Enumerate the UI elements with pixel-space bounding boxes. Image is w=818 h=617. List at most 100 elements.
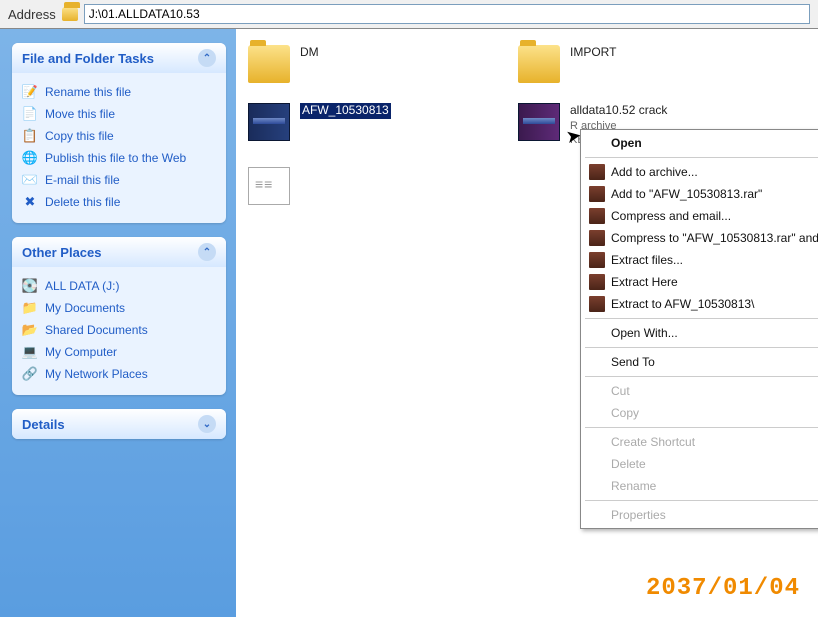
task-label: ALL DATA (J:) (45, 279, 119, 293)
context-menu-item[interactable]: Extract Here (583, 271, 818, 293)
file-item[interactable]: DM (248, 45, 478, 83)
context-menu-item[interactable]: Send To▶ (583, 351, 818, 373)
menu-item-label: Extract files... (611, 253, 683, 267)
task-link[interactable]: 📋Copy this file (22, 125, 216, 147)
menu-item-label: Properties (611, 508, 666, 522)
panel-header[interactable]: Other Places ⌃ (12, 237, 226, 267)
task-icon: 🌐 (22, 150, 38, 166)
archive-icon (589, 164, 605, 180)
file-item[interactable] (248, 167, 478, 205)
panel-title: File and Folder Tasks (22, 51, 154, 66)
task-icon: ✉️ (22, 172, 38, 188)
menu-separator (585, 157, 818, 158)
blank-icon (589, 456, 605, 472)
context-menu-item: Create Shortcut (583, 431, 818, 453)
file-labels: AFW_10530813 (300, 103, 391, 119)
menu-item-label: Compress and email... (611, 209, 731, 223)
archive-icon (589, 208, 605, 224)
context-menu-item[interactable]: Extract to AFW_10530813\ (583, 293, 818, 315)
task-link[interactable]: ✖Delete this file (22, 191, 216, 213)
task-icon: 💻 (22, 344, 38, 360)
task-label: My Network Places (45, 367, 148, 381)
sidebar: File and Folder Tasks ⌃ 📝 Rename this file 📄… (0, 29, 236, 617)
folder-icon (248, 45, 290, 83)
menu-separator (585, 318, 818, 319)
archive-icon (589, 274, 605, 290)
task-icon: 📂 (22, 322, 38, 338)
archive-icon (589, 186, 605, 202)
task-icon: 📋 (22, 128, 38, 144)
address-input[interactable] (84, 4, 810, 24)
task-link[interactable]: 📂 Shared Documents (22, 319, 216, 341)
context-menu-item: Rename (583, 475, 818, 497)
task-label: My Computer (45, 345, 117, 359)
context-menu-item[interactable]: Add to "AFW_10530813.rar" (583, 183, 818, 205)
blank-icon (589, 135, 605, 151)
file-item[interactable]: AFW_10530813 (248, 103, 478, 147)
task-icon: 📝 (22, 84, 38, 100)
task-icon: ✖ (22, 194, 38, 210)
chevron-down-icon[interactable]: ⌄ (198, 415, 216, 433)
context-menu-item[interactable]: Extract files... (583, 249, 818, 271)
panel-header[interactable]: File and Folder Tasks ⌃ (12, 43, 226, 73)
main-area: File and Folder Tasks ⌃ 📝 Rename this file 📄… (0, 29, 818, 617)
task-icon: 💽 (22, 278, 38, 294)
menu-separator (585, 376, 818, 377)
task-link[interactable]: 🔗 My Network Places (22, 363, 216, 385)
archive-icon (518, 103, 560, 141)
text-file-icon (248, 167, 290, 205)
file-labels: IMPORT (570, 45, 616, 61)
task-icon: 🔗 (22, 366, 38, 382)
file-pane[interactable]: DMIMPORTAFW_10530813alldata10.52 crackR … (236, 29, 818, 617)
task-icon: 📁 (22, 300, 38, 316)
archive-icon (589, 230, 605, 246)
context-menu-item[interactable]: Open (583, 132, 818, 154)
task-link[interactable]: 📁 My Documents (22, 297, 216, 319)
blank-icon (589, 383, 605, 399)
task-link[interactable]: 💻 My Computer (22, 341, 216, 363)
panel-header[interactable]: Details ⌄ (12, 409, 226, 439)
task-link[interactable]: 📝 Rename this file (22, 81, 216, 103)
folder-icon (518, 45, 560, 83)
task-link[interactable]: 📄 Move this file (22, 103, 216, 125)
panel-title: Details (22, 417, 65, 432)
task-label: Move this file (45, 107, 115, 121)
file-name: alldata10.52 crack (570, 103, 667, 119)
context-menu-item[interactable]: Compress and email... (583, 205, 818, 227)
task-label: Shared Documents (45, 323, 148, 337)
file-labels: DM (300, 45, 319, 61)
context-menu-item[interactable]: Open With... (583, 322, 818, 344)
task-link[interactable]: 💽 ALL DATA (J:) (22, 275, 216, 297)
context-menu: Open Add to archive... Add to "AFW_1053081… (580, 129, 818, 529)
menu-item-label: Copy (611, 406, 639, 420)
context-menu-item[interactable]: Compress to "AFW_10530813.rar" and email (583, 227, 818, 249)
archive-icon (589, 296, 605, 312)
context-menu-item[interactable]: Add to archive... (583, 161, 818, 183)
menu-item-label: Extract Here (611, 275, 678, 289)
task-label: Rename this file (45, 85, 131, 99)
context-menu-item: Copy (583, 402, 818, 424)
chevron-up-icon[interactable]: ⌃ (198, 49, 216, 67)
menu-item-label: Add to archive... (611, 165, 698, 179)
panel-body: 💽 ALL DATA (J:) 📁 My Documents 📂 Shared Docum… (12, 267, 226, 395)
menu-item-label: Rename (611, 479, 656, 493)
context-menu-item: Delete (583, 453, 818, 475)
archive-icon (589, 252, 605, 268)
context-menu-item: Cut (583, 380, 818, 402)
blank-icon (589, 478, 605, 494)
sidebar-panel: File and Folder Tasks ⌃ 📝 Rename this file 📄… (12, 43, 226, 223)
blank-icon (589, 507, 605, 523)
menu-separator (585, 347, 818, 348)
file-name: IMPORT (570, 45, 616, 61)
file-item[interactable]: IMPORT (518, 45, 748, 83)
menu-item-label: Extract to AFW_10530813\ (611, 297, 754, 311)
task-link[interactable]: 🌐Publish this file to the Web (22, 147, 216, 169)
chevron-up-icon[interactable]: ⌃ (198, 243, 216, 261)
task-link[interactable]: ✉️E-mail this file (22, 169, 216, 191)
task-icon: 📄 (22, 106, 38, 122)
menu-item-label: Open (611, 136, 642, 150)
panel-title: Other Places (22, 245, 102, 260)
blank-icon (589, 405, 605, 421)
task-label: My Documents (45, 301, 125, 315)
file-name: DM (300, 45, 319, 61)
